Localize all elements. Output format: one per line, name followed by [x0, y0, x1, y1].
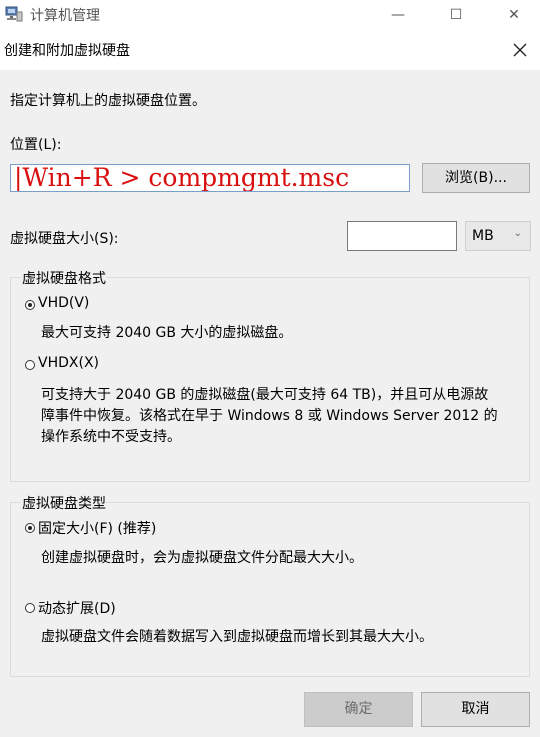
dynamic-radio[interactable]: [25, 603, 35, 613]
size-input[interactable]: [347, 221, 457, 251]
format-group-legend: 虚拟硬盘格式: [21, 268, 107, 288]
location-input[interactable]: |Win+R > compmgmt.msc: [10, 164, 410, 192]
size-label: 虚拟硬盘大小(S):: [10, 231, 119, 247]
vhd-label[interactable]: VHD(V): [38, 295, 89, 311]
vhdx-label[interactable]: VHDX(X): [38, 355, 99, 371]
vhd-radio[interactable]: [25, 300, 35, 310]
minimize-button[interactable]: —: [378, 2, 418, 28]
close-icon[interactable]: [508, 38, 532, 62]
fixed-size-label[interactable]: 固定大小(F) (推荐): [38, 518, 156, 538]
vhd-description: 最大可支持 2040 GB 大小的虚拟磁盘。: [41, 325, 293, 341]
dynamic-description: 虚拟硬盘文件会随着数据写入到虚拟硬盘而增长到其最大大小。: [41, 629, 433, 645]
fixed-size-description: 创建虚拟硬盘时，会为虚拟硬盘文件分配最大大小。: [41, 550, 363, 566]
close-window-button[interactable]: ✕: [494, 2, 534, 28]
dialog-title: 创建和附加虚拟硬盘: [4, 43, 130, 59]
instruction-text: 指定计算机上的虚拟硬盘位置。: [10, 93, 206, 109]
maximize-button[interactable]: ☐: [436, 2, 476, 28]
type-group: 虚拟硬盘类型 固定大小(F) (推荐) 创建虚拟硬盘时，会为虚拟硬盘文件分配最大…: [10, 493, 530, 677]
computer-management-icon: [5, 6, 23, 22]
background-window-titlebar: 计算机管理 — ☐ ✕: [0, 0, 540, 30]
ok-button[interactable]: 确定: [304, 692, 413, 727]
vhdx-description-line: 操作系统中不受支持。: [41, 429, 181, 445]
vhdx-description-line: 障事件中恢复。该格式在早于 Windows 8 或 Windows Server…: [41, 408, 498, 424]
location-label: 位置(L):: [10, 137, 62, 153]
background-window-title: 计算机管理: [30, 8, 100, 24]
unit-select-value: MB: [472, 228, 494, 244]
chevron-down-icon: ⌄: [513, 228, 522, 239]
dynamic-label[interactable]: 动态扩展(D): [38, 598, 116, 618]
dialog-titlebar: 创建和附加虚拟硬盘: [0, 30, 540, 70]
format-group: 虚拟硬盘格式 VHD(V) 最大可支持 2040 GB 大小的虚拟磁盘。 VHD…: [10, 268, 530, 482]
vhdx-radio[interactable]: [25, 360, 35, 370]
cancel-button[interactable]: 取消: [421, 692, 530, 727]
fixed-size-radio[interactable]: [25, 523, 35, 533]
vhdx-description-line: 可支持大于 2040 GB 的虚拟磁盘(最大可支持 64 TB)，并且可从电源故: [41, 387, 489, 403]
browse-button[interactable]: 浏览(B)...: [422, 163, 530, 193]
type-group-legend: 虚拟硬盘类型: [21, 493, 107, 513]
create-vhd-dialog: 创建和附加虚拟硬盘 指定计算机上的虚拟硬盘位置。 位置(L): |Win+R >…: [0, 30, 540, 737]
unit-select[interactable]: MB ⌄: [465, 221, 531, 251]
